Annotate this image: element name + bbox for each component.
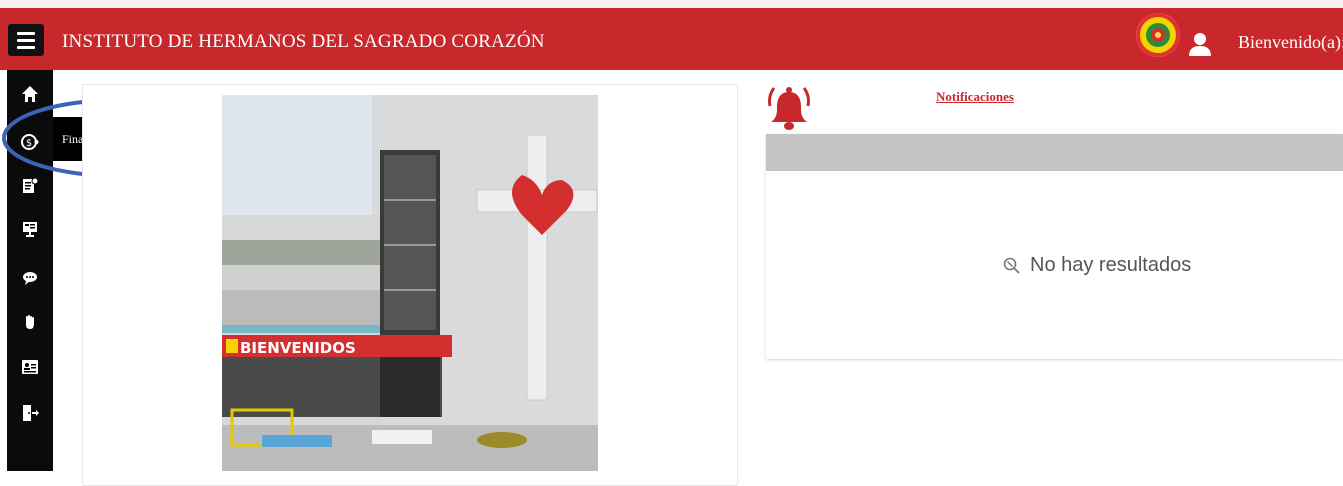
home-icon[interactable] — [21, 85, 39, 103]
empty-state-text: No hay resultados — [1030, 254, 1192, 276]
notifications-card: No hay resultados — [766, 134, 1343, 359]
institution-title: INSTITUTO DE HERMANOS DEL SAGRADO CORAZÓ… — [62, 31, 545, 52]
greeting-text: Bienvenido(a): — [1238, 32, 1343, 52]
notifications-link[interactable]: Notificaciones — [936, 89, 1014, 105]
presentation-icon[interactable] — [21, 220, 39, 238]
school-building-image: BIENVENIDOS — [222, 95, 598, 471]
bienvenidos-sign: BIENVENIDOS — [240, 339, 356, 357]
sidebar: $ — [7, 70, 53, 471]
chat-icon[interactable] — [21, 269, 39, 287]
empty-state: No hay resultados — [766, 254, 1343, 284]
svg-text:$: $ — [26, 138, 32, 149]
top-watermark-strip — [0, 0, 1343, 8]
logout-icon[interactable] — [21, 404, 39, 422]
notifications-header-bar — [766, 134, 1343, 171]
search-off-icon — [1002, 256, 1022, 276]
bell-icon — [766, 84, 812, 134]
hamburger-menu-icon[interactable] — [8, 24, 44, 56]
school-crest-logo — [1136, 13, 1180, 57]
id-card-icon[interactable] — [21, 358, 39, 376]
financial-icon[interactable]: $ — [21, 133, 39, 151]
app-header: INSTITUTO DE HERMANOS DEL SAGRADO CORAZÓ… — [0, 8, 1343, 70]
user-icon[interactable] — [1188, 30, 1212, 56]
hand-icon[interactable] — [21, 313, 39, 331]
document-icon[interactable] — [21, 177, 39, 195]
